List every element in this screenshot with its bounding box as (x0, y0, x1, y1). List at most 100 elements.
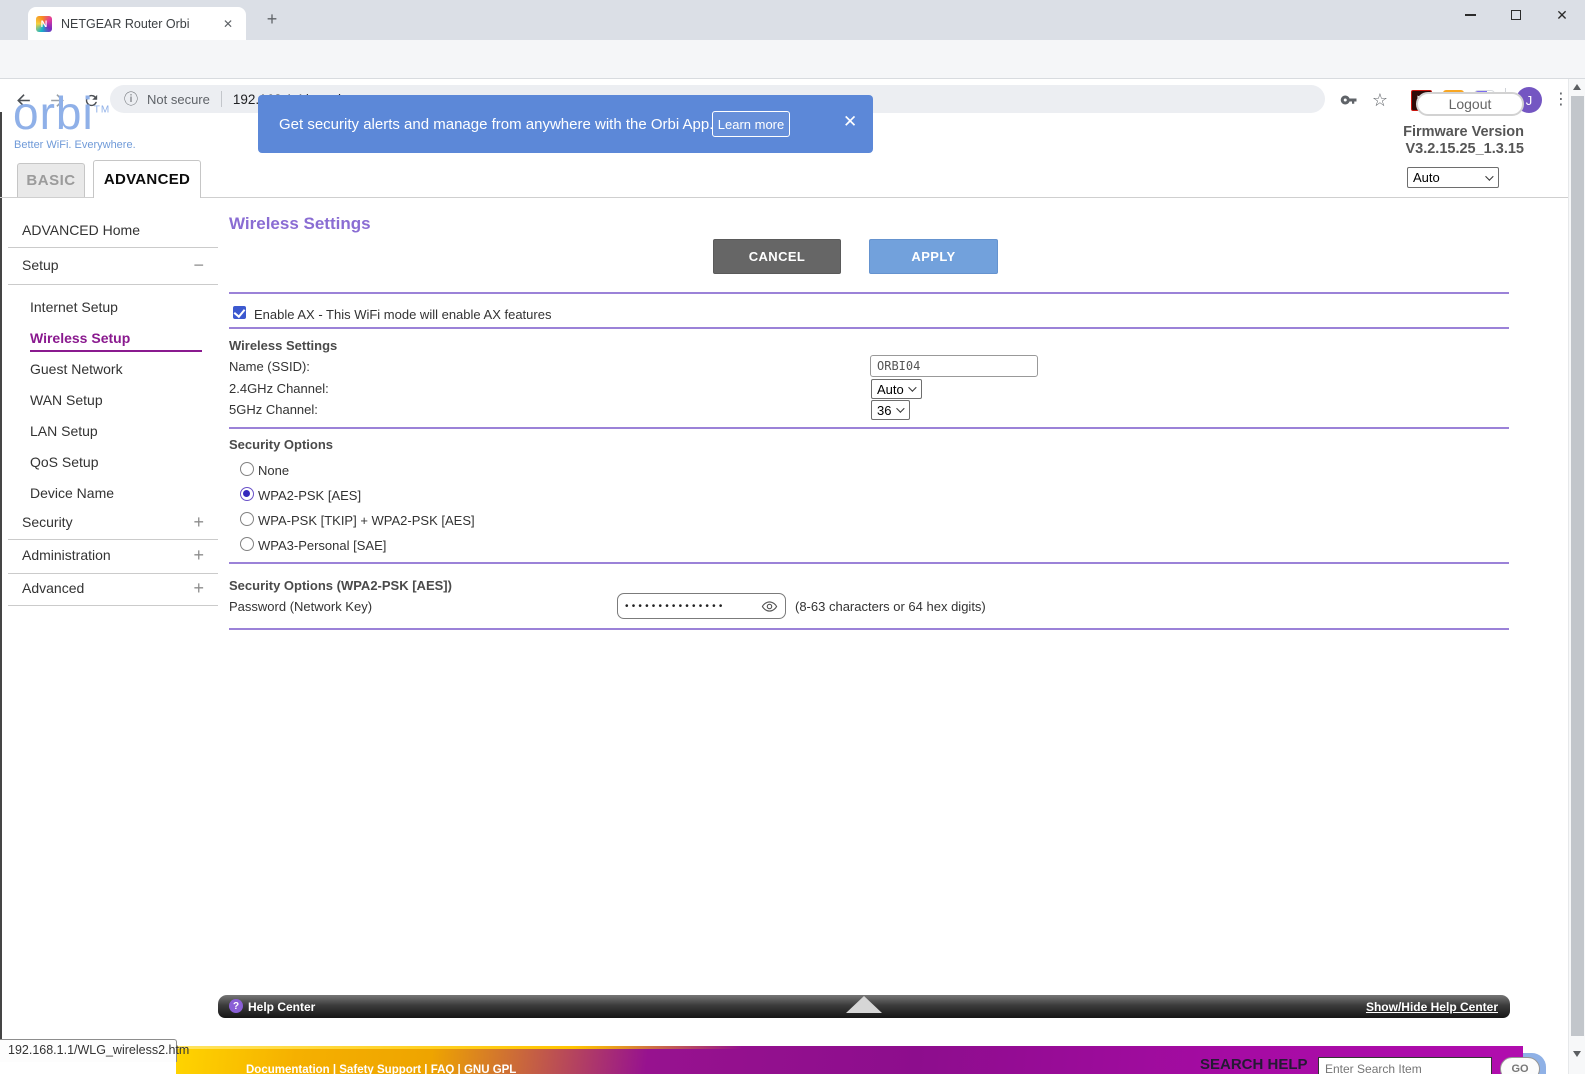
enable-ax-checkbox[interactable] (233, 306, 246, 319)
new-tab-button[interactable]: + (260, 9, 284, 30)
key-icon (1340, 91, 1358, 109)
browser-tab[interactable]: N NETGEAR Router Orbi ✕ (28, 7, 246, 40)
radio-none-label[interactable]: None (258, 463, 289, 478)
status-url-bubble: 192.168.1.1/WLG_wireless2.htm (0, 1039, 177, 1062)
chevron-down-icon (1485, 172, 1493, 180)
page-scrollbar[interactable] (1568, 79, 1585, 1074)
radio-wpa3-personal[interactable] (240, 537, 254, 551)
sidebar-divider (8, 247, 218, 248)
sidebar-item-label: Setup (22, 257, 59, 273)
sidebar-item-wireless-setup[interactable]: Wireless Setup (0, 330, 218, 350)
screen: N NETGEAR Router Orbi ✕ + ✕ ⓘ Not secure… (0, 0, 1585, 1074)
browser-toolbar: ⓘ Not secure 192.168.1.1/start.htm ☆ a J… (0, 40, 1585, 79)
orbi-app-banner: Get security alerts and manage from anyw… (258, 95, 873, 153)
footer-links[interactable]: Documentation | Safety Support | FAQ | G… (246, 1064, 516, 1074)
help-center-label: Help Center (248, 1000, 315, 1014)
sidebar-item-internet-setup[interactable]: Internet Setup (0, 299, 218, 319)
radio-wpa2-psk-label[interactable]: WPA2-PSK [AES] (258, 488, 361, 503)
show-hide-help-link[interactable]: Show/Hide Help Center (1366, 1000, 1498, 1014)
sidebar-item-lan-setup[interactable]: LAN Setup (0, 423, 218, 443)
password-input[interactable]: ••••••••••••••• (617, 593, 786, 619)
apply-button[interactable]: APPLY (869, 239, 998, 274)
sidebar-divider (8, 284, 218, 285)
section-divider (229, 292, 1509, 294)
radio-wpa2-psk[interactable] (240, 487, 254, 501)
section-divider (229, 628, 1509, 630)
collapse-triangle-icon[interactable] (846, 996, 882, 1013)
section-divider (229, 562, 1509, 564)
sidebar-item-label: Security (22, 514, 73, 530)
channel-5-value: 36 (877, 403, 891, 418)
tab-close-icon[interactable]: ✕ (218, 16, 238, 32)
help-question-icon: ? (229, 999, 243, 1013)
sidebar-item-wan-setup[interactable]: WAN Setup (0, 392, 218, 412)
radio-wpa-wpa2-mixed-label[interactable]: WPA-PSK [TKIP] + WPA2-PSK [AES] (258, 513, 475, 528)
channel-24-select[interactable]: Auto (871, 379, 922, 399)
sidebar-item-guest-network[interactable]: Guest Network (0, 361, 218, 381)
radio-none[interactable] (240, 462, 254, 476)
bookmark-star-button[interactable]: ☆ (1369, 89, 1391, 111)
section-divider (229, 327, 1509, 329)
collapse-minus-icon[interactable]: − (193, 255, 204, 276)
expand-plus-icon[interactable]: + (193, 512, 204, 533)
sidebar-item-label: Wireless Setup (30, 330, 202, 352)
browser-tab-strip: N NETGEAR Router Orbi ✕ + ✕ (0, 0, 1585, 40)
sidebar-item-administration[interactable]: Administration + (0, 547, 218, 567)
logout-button[interactable]: Logout (1416, 92, 1524, 116)
browser-menu-button[interactable]: ⋮ (1553, 89, 1569, 109)
channel-5-select[interactable]: 36 (871, 400, 910, 420)
minimize-button[interactable] (1447, 0, 1493, 30)
sidebar-item-label: Administration (22, 547, 111, 563)
ssid-input[interactable]: ORBI04 (870, 355, 1038, 377)
password-masked-value: ••••••••••••••• (625, 602, 761, 612)
scroll-down-icon[interactable] (1573, 1051, 1581, 1057)
sidebar-divider (8, 573, 218, 574)
maximize-icon (1511, 10, 1521, 20)
orbi-logo-text: orbi (13, 87, 94, 139)
search-help-label: SEARCH HELP (1200, 1056, 1308, 1073)
netgear-favicon-icon: N (36, 16, 52, 32)
channel-5-label: 5GHz Channel: (229, 402, 318, 417)
window-controls: ✕ (1447, 0, 1585, 30)
sidebar-item-label: Advanced (22, 580, 84, 596)
sidebar-item-qos-setup[interactable]: QoS Setup (0, 454, 218, 474)
help-search-input[interactable] (1318, 1057, 1492, 1074)
radio-wpa-wpa2-mixed[interactable] (240, 512, 254, 526)
tab-basic[interactable]: BASIC (17, 163, 85, 197)
scroll-up-icon[interactable] (1573, 84, 1581, 90)
chevron-down-icon (908, 383, 916, 391)
cancel-button[interactable]: CANCEL (713, 239, 841, 274)
channel-24-label: 2.4GHz Channel: (229, 381, 329, 396)
tab-title: NETGEAR Router Orbi (61, 17, 218, 31)
help-center-bar: ? Help Center Show/Hide Help Center (218, 995, 1510, 1018)
sidebar-item-security[interactable]: Security + (0, 514, 218, 534)
sidebar-item-setup[interactable]: Setup − (0, 257, 218, 277)
close-window-button[interactable]: ✕ (1539, 0, 1585, 30)
firmware-version-label: Firmware Version (1403, 124, 1524, 141)
search-go-button[interactable]: GO (1500, 1057, 1540, 1074)
scrollbar-thumb[interactable] (1571, 96, 1584, 1036)
password-key-button[interactable] (1338, 89, 1360, 111)
show-password-eye-icon[interactable] (761, 598, 778, 615)
sidebar-item-advanced-home[interactable]: ADVANCED Home (0, 222, 218, 242)
channel-24-value: Auto (877, 382, 904, 397)
tab-advanced[interactable]: ADVANCED (93, 160, 201, 198)
language-select[interactable]: Auto (1407, 167, 1499, 188)
info-icon[interactable]: ⓘ (124, 89, 138, 109)
banner-close-icon[interactable]: ✕ (843, 112, 857, 132)
learn-more-button[interactable]: Learn more (712, 111, 790, 137)
firmware-version-value: V3.2.15.25_1.3.15 (1403, 141, 1524, 158)
language-select-value: Auto (1413, 170, 1440, 185)
sidebar-divider (8, 539, 218, 540)
sidebar-item-advanced[interactable]: Advanced + (0, 580, 218, 600)
maximize-button[interactable] (1493, 0, 1539, 30)
password-label: Password (Network Key) (229, 599, 372, 614)
ssid-label: Name (SSID): (229, 359, 310, 374)
not-secure-label: Not secure (147, 92, 210, 107)
sidebar-item-device-name[interactable]: Device Name (0, 485, 218, 505)
radio-wpa3-personal-label[interactable]: WPA3-Personal [SAE] (258, 538, 386, 553)
expand-plus-icon[interactable]: + (193, 545, 204, 566)
orbi-logo-tm: TM (94, 105, 110, 116)
page-title: Wireless Settings (229, 214, 371, 234)
expand-plus-icon[interactable]: + (193, 578, 204, 599)
